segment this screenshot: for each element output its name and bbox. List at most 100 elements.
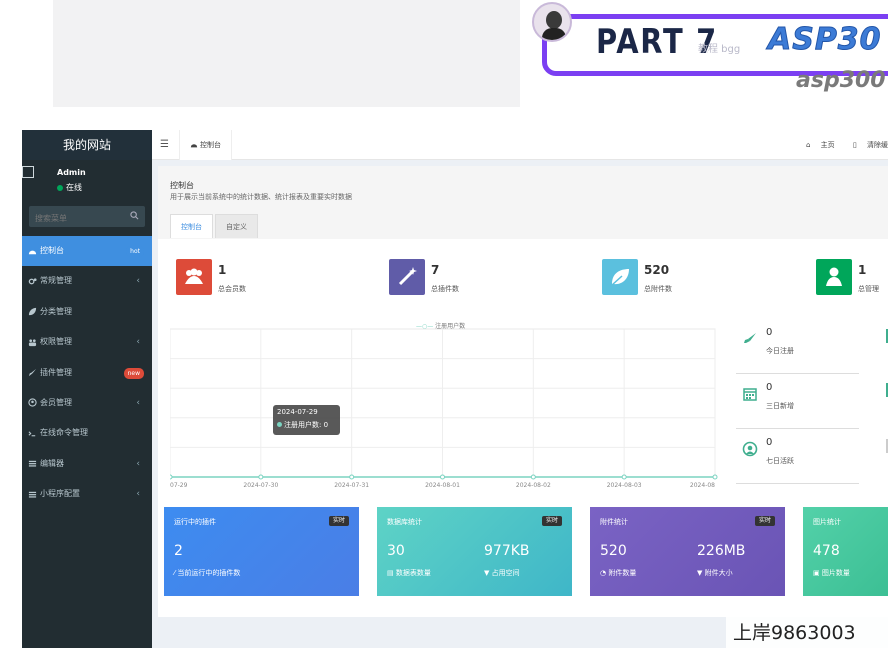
top-navbar: ☰ 控制台 ⌂ 主页 ▯ 清除缓: [152, 130, 888, 160]
banner-watermark: 教程 bgg: [698, 44, 741, 55]
card-realtime-badge: 实时: [541, 516, 562, 526]
card-database-stats[interactable]: 数据库统计 实时 30 977KB ▤ 数据表数量 ▼ 占用空间: [377, 507, 572, 596]
tab-dashboard[interactable]: 控制台: [179, 130, 232, 160]
database-icon: ▤: [387, 569, 394, 577]
sidebar-item-6[interactable]: 在线命令管理: [22, 418, 152, 448]
chevron-left-icon[interactable]: ‹: [136, 327, 140, 357]
chart-point: [712, 474, 718, 480]
sidebar-item-0[interactable]: 控制台 hot: [22, 236, 152, 267]
list-icon: [28, 461, 37, 467]
card-value-count: 520: [600, 543, 627, 559]
stat-plugins-label: 总插件数: [431, 285, 459, 293]
wand-icon: ⁄: [174, 569, 176, 577]
registration-line-chart: 07-29 2024-07-30 2024-07-31 2024-08-01 2024-…: [167, 328, 718, 489]
sidebar-item-1[interactable]: 常规管理 ‹: [22, 266, 152, 296]
chevron-left-icon[interactable]: ‹: [136, 449, 140, 479]
dashboard-icon: [190, 144, 198, 148]
side-stat-seven-day-active[interactable]: 0 七日活跃: [736, 429, 859, 484]
card-value: 2: [174, 543, 183, 559]
user-panel: Admin 在线: [22, 160, 152, 202]
chevron-left-icon[interactable]: ‹: [136, 479, 140, 509]
card-subtext: ▣ 图片数量: [813, 568, 850, 578]
menu-search: [29, 206, 145, 229]
page-title: 控制台: [170, 181, 194, 190]
chevron-left-icon[interactable]: ‹: [136, 266, 140, 296]
home-link[interactable]: ⌂ 主页: [798, 141, 835, 149]
online-dot-icon: [57, 184, 63, 191]
clear-cache-button[interactable]: ▯ 清除缓: [845, 141, 888, 149]
sidebar-item-label: 小程序配置: [40, 489, 80, 499]
tooltip-value: 注册用户数: 0: [284, 421, 329, 429]
search-icon[interactable]: [130, 211, 139, 220]
main-area: ☰ 控制台 ⌂ 主页 ▯ 清除缓 控制台 用于展示当前系统中的统计数据、统计报表…: [152, 130, 888, 648]
card-running-plugins[interactable]: 运行中的插件 实时 2 ⁄ 当前运行中的插件数: [164, 507, 359, 596]
legend-series-label: 注册用户数: [435, 323, 466, 330]
group-icon: [28, 339, 37, 346]
filter-icon: ▼: [697, 569, 703, 577]
sidebar: 我的网站 Admin 在线 控制台 hot 常规管理 ‹ 分类管理权限管理 ‹ 插件管理 ne…: [22, 130, 152, 648]
registration-chart[interactable]: 07-29 2024-07-30 2024-07-31 2024-08-01 2024-…: [167, 319, 718, 489]
card-title: 运行中的插件: [174, 518, 216, 526]
card-realtime-badge: 实时: [754, 516, 775, 526]
site-logo[interactable]: 我的网站: [22, 130, 152, 160]
card-subtext: ⁄ 当前运行中的插件数: [174, 568, 240, 578]
tab-custom[interactable]: 自定义: [215, 214, 258, 238]
avatar[interactable]: [22, 166, 34, 178]
sidebar-menu: 控制台 hot 常规管理 ‹ 分类管理权限管理 ‹ 插件管理 new 会员管理 ‹ 在线命令管理 编辑…: [22, 236, 152, 510]
stat-attachments-value: 520: [644, 263, 670, 277]
sidebar-item-4[interactable]: 插件管理 new: [22, 358, 152, 388]
card-subtext-label: 占用空间: [491, 569, 520, 577]
stat-admins-icon-box: [816, 259, 852, 295]
card-subtext-size: ▼ 附件大小: [697, 568, 733, 578]
sidebar-badge-hot: hot: [126, 246, 144, 257]
top-blank-area: [53, 0, 520, 107]
image-icon: ▣: [813, 569, 820, 577]
screen: PART 7 教程 bgg ASP30 asp300 我的网站 Admin 在线…: [0, 0, 888, 663]
stat-members-value: 1: [218, 263, 227, 277]
card-title: 图片统计: [813, 518, 841, 526]
sidebar-item-label: 分类管理: [40, 306, 72, 316]
sidebar-item-label: 常规管理: [40, 276, 72, 286]
side-stat-three-day-new[interactable]: 0 三日新增: [736, 374, 859, 429]
sidebar-toggle-icon[interactable]: ☰: [160, 139, 169, 150]
side-stat-label: 今日注册: [766, 347, 794, 355]
card-subtext-label: 当前运行中的插件数: [177, 569, 241, 577]
user-name: Admin: [57, 168, 86, 177]
card-image-stats[interactable]: 图片统计 478 ▣ 图片数量: [803, 507, 888, 596]
user-status-text: 在线: [66, 183, 82, 192]
home-icon: ⌂: [805, 141, 811, 149]
stat-plugins-value: 7: [431, 263, 440, 277]
side-stat-value: 0: [766, 382, 773, 393]
user-status: 在线: [57, 182, 82, 193]
page-description: 用于展示当前系统中的统计数据、统计报表及重要实时数据: [170, 193, 352, 201]
card-attachment-stats[interactable]: 附件统计 实时 520 226MB ◔ 附件数量 ▼ 附件大小: [590, 507, 785, 596]
card-value-space: 977KB: [484, 543, 530, 559]
video-banner: PART 7 教程 bgg ASP30 asp300: [530, 0, 888, 110]
card-subtext-count: ◔ 附件数量: [600, 568, 636, 578]
sidebar-item-8[interactable]: 小程序配置 ‹: [22, 479, 152, 509]
card-subtext-tables: ▤ 数据表数量: [387, 568, 431, 578]
side-stat-label: 三日新增: [766, 402, 794, 410]
search-input[interactable]: [29, 208, 145, 229]
tab-console[interactable]: 控制台: [170, 214, 213, 238]
sidebar-item-3[interactable]: 权限管理 ‹: [22, 327, 152, 357]
filter-icon: ▼: [484, 569, 490, 577]
chevron-left-icon[interactable]: ‹: [136, 388, 140, 418]
banner-brand: ASP30: [768, 22, 882, 58]
list-icon: [28, 491, 37, 498]
dashboard-icon: [28, 250, 37, 254]
chart-legend[interactable]: —○— 注册用户数: [416, 321, 465, 330]
stat-admins-label: 总管理: [858, 285, 879, 293]
clear-cache-label: 清除缓: [867, 141, 888, 149]
sidebar-item-5[interactable]: 会员管理 ‹: [22, 388, 152, 418]
chart-x-tick-label: 2024-08-03: [607, 482, 642, 489]
card-realtime-badge: 实时: [328, 516, 349, 526]
leaf-icon: [611, 269, 629, 286]
chart-point: [349, 474, 355, 480]
sidebar-item-7[interactable]: 编辑器 ‹: [22, 449, 152, 479]
sidebar-item-2[interactable]: 分类管理: [22, 297, 152, 327]
side-stats: 0 今日注册 0 三日新增 0 七日活跃: [736, 319, 888, 484]
top-right-actions: ⌂ 主页 ▯ 清除缓: [790, 130, 888, 160]
tab-dashboard-label: 控制台: [200, 141, 221, 149]
side-stat-today-register[interactable]: 0 今日注册: [736, 319, 859, 374]
